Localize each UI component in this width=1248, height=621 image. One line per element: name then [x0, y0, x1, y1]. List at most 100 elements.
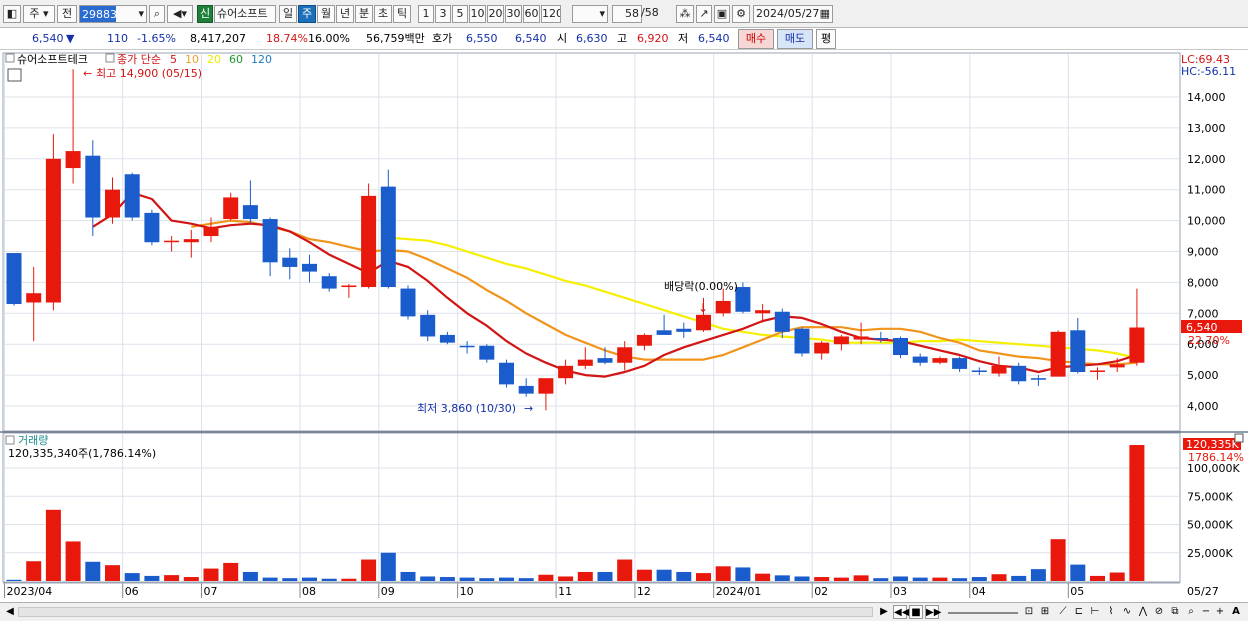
volume-bar	[400, 571, 416, 581]
chain-icon[interactable]: ⁂	[676, 5, 694, 23]
x-axis-label: 10	[460, 585, 474, 598]
market-mode-select[interactable]: 주 ▾	[23, 5, 55, 23]
buy-button[interactable]: 매수	[738, 29, 774, 49]
ma-toggle-icon[interactable]	[105, 53, 115, 63]
stock-tab-label[interactable]: 슈어소프트테크	[17, 53, 88, 66]
candle-body	[459, 345, 475, 348]
multiplier-button[interactable]: 5	[452, 5, 468, 23]
candle-body	[873, 338, 889, 340]
legend-toggle-icon[interactable]	[5, 53, 15, 63]
chart-area[interactable]: 14,000 13,000 12,000 11,000 10,000 9,000 8,000…	[0, 50, 1248, 602]
trendline-icon[interactable]: ⟋	[1056, 605, 1070, 619]
candle-body	[952, 358, 968, 369]
price-axis-label: 8,000	[1187, 276, 1219, 289]
fibonacci-icon[interactable]: ⌇	[1104, 605, 1118, 619]
chart-scrollbar[interactable]	[18, 607, 873, 617]
search-icon[interactable]: ⌕	[149, 5, 165, 23]
multiplier-button[interactable]: 1	[418, 5, 434, 23]
candle-count-field[interactable]: 58	[612, 5, 642, 23]
pattern-icon[interactable]: ⋀	[1136, 605, 1150, 619]
volume-summary: 120,335,340주(1,786.14%)	[8, 447, 156, 460]
multiplier-button[interactable]: 3	[435, 5, 451, 23]
candle-body	[577, 359, 593, 366]
period-button[interactable]: 주	[298, 5, 316, 23]
candle-body	[65, 151, 81, 169]
volume-last-tag: 120,335K	[1186, 438, 1239, 451]
ray-icon[interactable]: ⊢	[1088, 605, 1102, 619]
window-menu-icon[interactable]: ◧	[3, 5, 21, 23]
rewind-icon[interactable]: ◀◀	[893, 605, 909, 619]
volume-bar	[1030, 569, 1046, 581]
erase-icon[interactable]: ⊘	[1152, 605, 1166, 619]
zoom-out-icon[interactable]: −	[1200, 605, 1212, 619]
candle-body	[321, 276, 337, 289]
prev-button[interactable]: 전	[57, 5, 77, 23]
volume-panel-frame	[2, 432, 1181, 583]
stock-code-input[interactable]	[80, 6, 116, 22]
candlestick-chart[interactable]: 14,000 13,000 12,000 11,000 10,000 9,000 8,000…	[0, 50, 1248, 602]
gear-icon[interactable]: ⚙	[732, 5, 750, 23]
save-icon[interactable]: ▣	[714, 5, 730, 23]
candle-body	[361, 195, 377, 288]
eval-button[interactable]: 평	[816, 29, 836, 49]
multiplier-button[interactable]: 10	[469, 5, 486, 23]
multiplier-button[interactable]: 60	[523, 5, 540, 23]
candle-body	[262, 219, 278, 263]
zoom-in-icon[interactable]: +	[1214, 605, 1226, 619]
current-price: 6,540	[32, 32, 64, 45]
multiplier-button[interactable]: 120	[541, 5, 561, 23]
candle-body	[400, 288, 416, 317]
volume-bar	[124, 573, 140, 581]
stock-name-field[interactable]: 슈어소프트	[214, 5, 276, 23]
stop-icon[interactable]: ■	[909, 605, 923, 619]
candle-body	[341, 285, 357, 288]
price-panel-frame	[2, 52, 1181, 432]
unit-select[interactable]: ▾	[572, 5, 608, 23]
period-button[interactable]: 틱	[393, 5, 411, 23]
draw-tool-icon[interactable]: ↗	[696, 5, 712, 23]
zoom-range-icon[interactable]: ⊡	[1022, 605, 1036, 619]
ma-label: 종가 단순	[117, 53, 161, 66]
magnify-icon[interactable]: ⌕	[1184, 605, 1198, 619]
stock-code-field[interactable]: ▾	[79, 5, 147, 23]
price-axis-label: 11,000	[1187, 184, 1226, 197]
hc-value: HC:-56.11	[1181, 65, 1236, 78]
sell-button[interactable]: 매도	[777, 29, 813, 49]
speaker-icon[interactable]: ◀▾	[167, 5, 193, 23]
volume-toggle-icon[interactable]	[5, 435, 15, 445]
candle-body	[597, 358, 613, 363]
low-note: 최저 3,860 (10/30)	[417, 402, 516, 415]
scroll-right-icon[interactable]: ▶	[878, 605, 890, 619]
candle-body	[479, 345, 495, 360]
panel-close-icon[interactable]	[1234, 433, 1244, 443]
date-field[interactable]: 2024/05/27 ▦	[753, 5, 833, 23]
volume-bar	[1090, 575, 1105, 581]
period-button[interactable]: 분	[355, 5, 373, 23]
market-mode-label: 주	[29, 7, 40, 20]
wave-icon[interactable]: ∿	[1120, 605, 1134, 619]
x-axis-label: 09	[381, 585, 395, 598]
multiplier-button[interactable]: 20	[487, 5, 504, 23]
period-button[interactable]: 년	[336, 5, 354, 23]
scroll-left-icon[interactable]: ◀	[4, 605, 16, 619]
candle-body	[912, 356, 928, 363]
volume-bar	[833, 577, 849, 581]
grid-icon[interactable]	[7, 68, 22, 82]
fast-forward-icon[interactable]: ▶▶	[925, 605, 941, 619]
candle-body	[1109, 364, 1125, 368]
price-axis-label: 13,000	[1187, 122, 1226, 135]
x-axis-label: 12	[637, 585, 651, 598]
zoom-slider[interactable]	[948, 612, 1018, 614]
chevron-down-icon[interactable]: ▾	[138, 6, 144, 22]
calendar-icon[interactable]: ▦	[820, 6, 830, 22]
period-button[interactable]: 일	[279, 5, 297, 23]
dividend-arrow-icon: ↓	[698, 301, 708, 315]
multiplier-button[interactable]: 30	[505, 5, 522, 23]
copy-icon[interactable]: ⧉	[1168, 605, 1182, 619]
crosshair-icon[interactable]: ⊞	[1038, 605, 1052, 619]
candle-body	[45, 158, 61, 303]
auto-scale-icon[interactable]: A	[1229, 605, 1243, 619]
period-button[interactable]: 초	[374, 5, 392, 23]
bracket-icon[interactable]: ⊏	[1072, 605, 1086, 619]
period-button[interactable]: 월	[317, 5, 335, 23]
